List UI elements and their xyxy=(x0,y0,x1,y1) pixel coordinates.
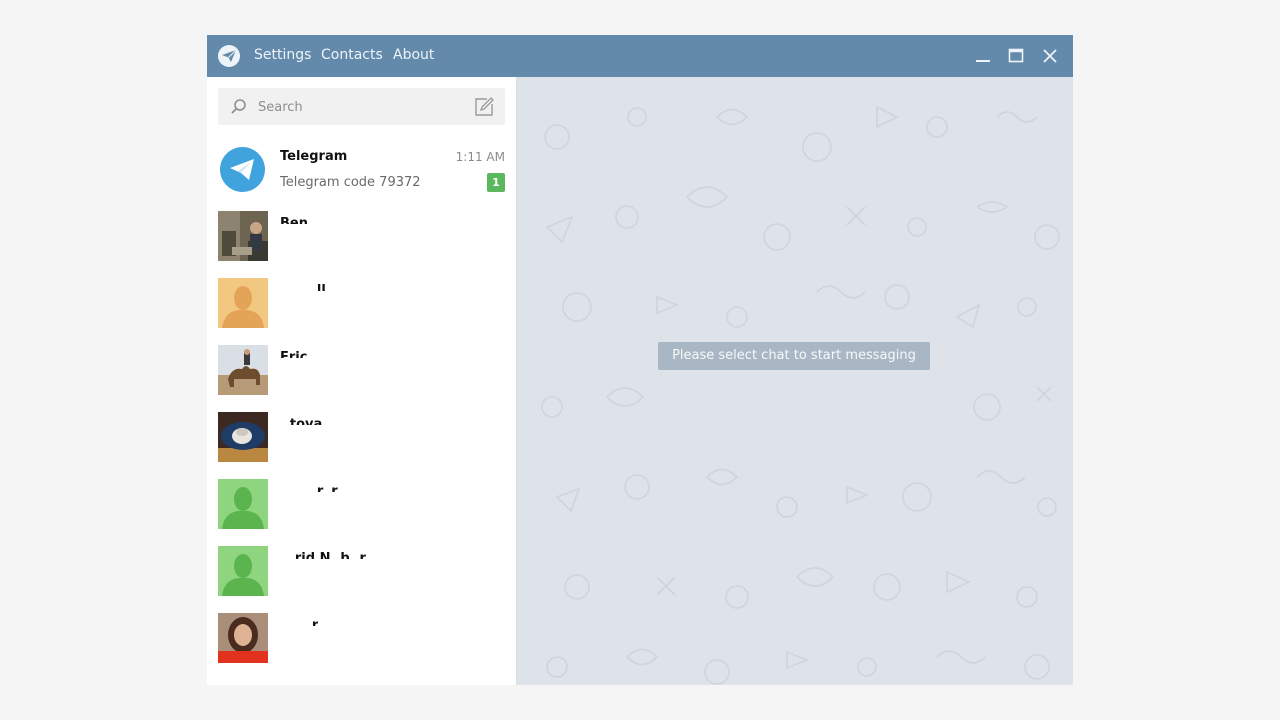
maximize-button[interactable] xyxy=(1006,46,1026,66)
chat-name: ..r xyxy=(302,618,318,626)
chat-item[interactable]: ..r xyxy=(207,613,516,679)
title-bar[interactable]: Settings Contacts About xyxy=(207,35,1073,77)
close-icon xyxy=(1040,46,1060,66)
telegram-avatar-icon xyxy=(220,147,265,192)
chat-name: ..tova xyxy=(280,417,322,425)
chat-item[interactable]: ..ll xyxy=(207,278,516,344)
chat-preview: Telegram code 79372 xyxy=(280,175,421,190)
chat-time: 1:11 AM xyxy=(456,150,505,164)
chat-item[interactable]: ..r..r xyxy=(207,479,516,545)
menu-about[interactable]: About xyxy=(393,47,434,63)
doodle-background xyxy=(517,77,1073,685)
chat-name: ..r..r xyxy=(307,484,338,492)
minimize-button[interactable] xyxy=(973,46,993,66)
chat-area: Please select chat to start messaging xyxy=(517,77,1073,685)
user-silhouette-icon xyxy=(218,479,268,529)
chat-item[interactable]: ..rid N..b..r xyxy=(207,546,516,612)
chat-item-ben[interactable]: Ben xyxy=(207,211,516,277)
avatar-photo xyxy=(218,345,268,395)
compose-icon[interactable] xyxy=(473,96,495,118)
chat-name: ..ll xyxy=(307,283,326,291)
menu-settings[interactable]: Settings xyxy=(254,47,311,63)
chat-item-telegram[interactable]: Telegram 1:11 AM Telegram code 79372 1 xyxy=(207,135,516,201)
chat-name: Telegram xyxy=(280,149,347,164)
chat-name: Ben xyxy=(280,216,308,224)
avatar-photo xyxy=(218,412,268,462)
telegram-logo-icon xyxy=(218,45,240,67)
maximize-icon xyxy=(1006,46,1026,66)
user-silhouette-icon xyxy=(218,546,268,596)
empty-state-message: Please select chat to start messaging xyxy=(658,342,930,370)
chat-name: Eric xyxy=(280,350,307,358)
user-silhouette-icon xyxy=(218,278,268,328)
close-button[interactable] xyxy=(1040,46,1060,66)
search-icon xyxy=(230,98,248,116)
menu-contacts[interactable]: Contacts xyxy=(321,47,383,63)
chat-item[interactable]: ..tova xyxy=(207,412,516,478)
unread-badge: 1 xyxy=(487,173,505,192)
avatar-photo xyxy=(218,211,268,261)
minimize-icon xyxy=(973,46,993,66)
avatar-photo xyxy=(218,613,268,663)
search-input[interactable] xyxy=(256,88,460,127)
chat-list-sidebar: Telegram 1:11 AM Telegram code 79372 1 B… xyxy=(207,77,517,685)
search-box xyxy=(218,88,505,125)
telegram-window: Settings Contacts About xyxy=(207,35,1073,685)
chat-name: ..rid N..b..r xyxy=(285,551,366,559)
chat-item-eric[interactable]: Eric xyxy=(207,345,516,411)
